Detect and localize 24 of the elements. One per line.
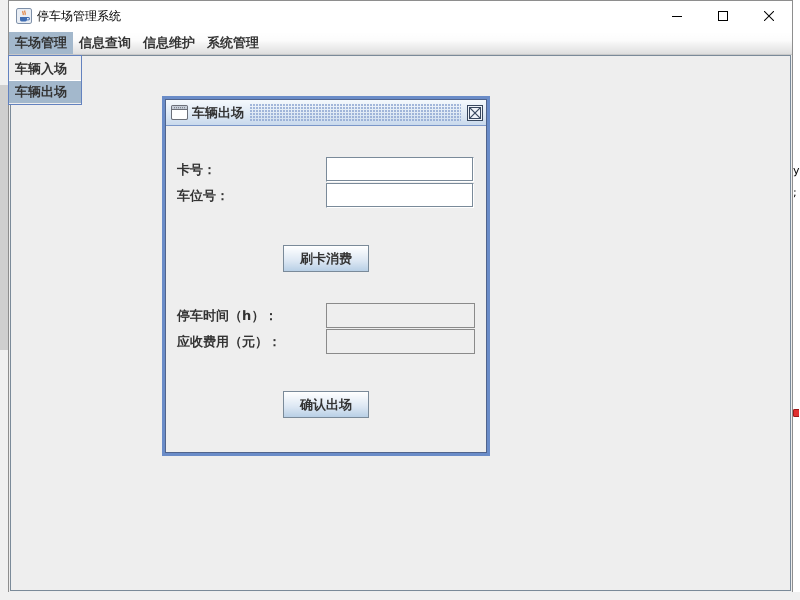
action-button[interactable]: 刷卡消费 [283,245,369,272]
menu-option[interactable]: 车辆出场 [9,80,81,103]
close-icon [469,106,481,118]
window-icon [171,105,188,120]
menu-item[interactable]: 车场管理 [9,32,73,54]
field-label: 车位号： [177,188,230,204]
input-field[interactable] [326,157,474,182]
field-label: 卡号： [177,162,217,178]
close-button[interactable] [467,104,483,120]
marker-icon [793,409,799,417]
menu-item[interactable]: 系统管理 [201,32,265,54]
action-button[interactable]: 确认出场 [283,391,369,418]
internal-window-title: 车辆出场 [192,104,244,122]
field-label: 停车时间（h）： [177,308,278,324]
window-title: 停车场管理系统 [37,8,121,24]
text-fragment: ; [793,185,797,201]
field-label: 应收费用（元）： [177,334,282,350]
maximize-icon [718,11,728,21]
text-fragment: y [793,163,800,179]
coffee-cup-icon [16,8,32,24]
close-icon [764,11,774,21]
input-field[interactable] [326,183,474,208]
menu-item[interactable]: 信息查询 [73,32,137,54]
menu-item[interactable]: 信息维护 [137,32,201,54]
